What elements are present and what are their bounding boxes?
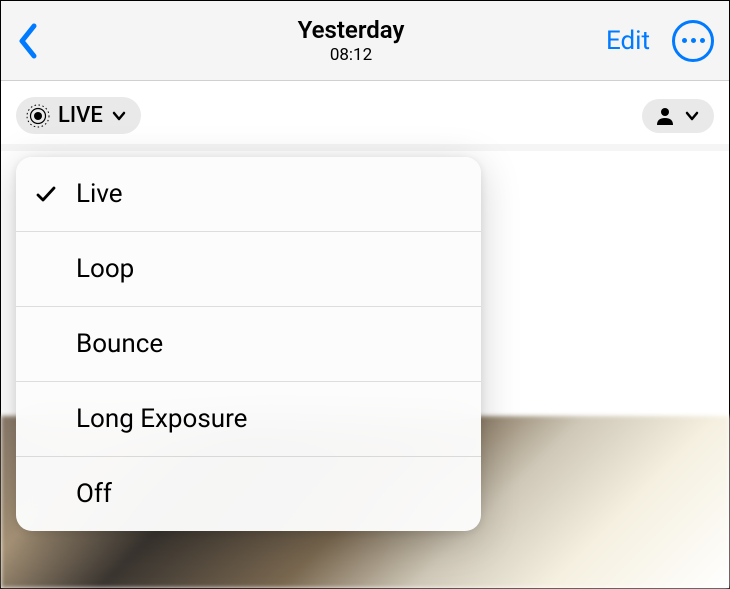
person-icon bbox=[654, 105, 676, 127]
chevron-down-icon bbox=[684, 108, 700, 124]
menu-item-label: Off bbox=[76, 479, 112, 509]
ellipsis-icon bbox=[682, 38, 687, 43]
menu-item-label: Loop bbox=[76, 254, 134, 284]
header-actions: Edit bbox=[606, 20, 714, 62]
menu-item-label: Long Exposure bbox=[76, 404, 247, 434]
menu-item-label: Live bbox=[76, 179, 123, 209]
menu-item-long-exposure[interactable]: Long Exposure bbox=[16, 382, 481, 457]
live-photo-menu: Live Loop Bounce Long Exposure Off bbox=[16, 157, 481, 531]
header-title-block: Yesterday 08:12 bbox=[96, 16, 606, 65]
pills-row: LIVE bbox=[1, 81, 729, 144]
menu-item-live[interactable]: Live bbox=[16, 157, 481, 232]
chevron-left-icon bbox=[16, 22, 38, 60]
live-photo-icon bbox=[26, 104, 50, 128]
photo-date: Yesterday bbox=[298, 16, 405, 44]
menu-item-off[interactable]: Off bbox=[16, 457, 481, 531]
menu-item-loop[interactable]: Loop bbox=[16, 232, 481, 307]
edit-button[interactable]: Edit bbox=[606, 26, 650, 56]
more-button[interactable] bbox=[672, 20, 714, 62]
checkmark-icon bbox=[34, 183, 58, 205]
photo-time: 08:12 bbox=[330, 45, 372, 65]
menu-item-bounce[interactable]: Bounce bbox=[16, 307, 481, 382]
header-bar: Yesterday 08:12 Edit bbox=[1, 1, 729, 81]
chevron-down-icon bbox=[111, 108, 127, 124]
back-button[interactable] bbox=[16, 22, 56, 60]
people-tag-button[interactable] bbox=[642, 99, 714, 133]
menu-item-label: Bounce bbox=[76, 329, 163, 359]
live-pill-label: LIVE bbox=[58, 103, 103, 128]
live-photo-toggle[interactable]: LIVE bbox=[16, 97, 141, 134]
